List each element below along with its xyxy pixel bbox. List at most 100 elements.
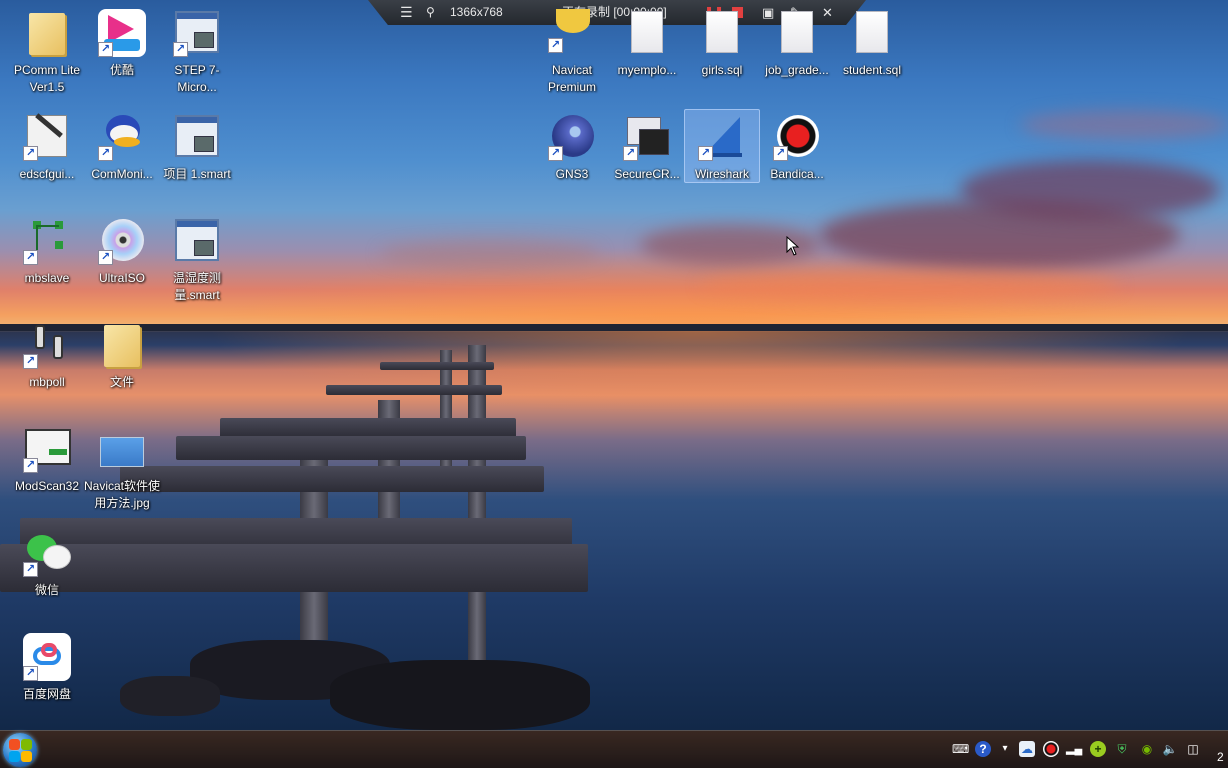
shark-fin-icon: ↗ bbox=[698, 113, 746, 161]
shortcut-arrow-icon: ↗ bbox=[23, 562, 38, 577]
shortcut-arrow-icon: ↗ bbox=[23, 458, 38, 473]
modscan-icon: ↗ bbox=[23, 425, 71, 473]
signal-icon[interactable]: ▂▄ bbox=[1066, 741, 1082, 757]
desktop-icon-edscfgui[interactable]: ↗ edscfgui... bbox=[9, 109, 85, 183]
shortcut-arrow-icon: ↗ bbox=[623, 146, 638, 161]
volume-icon[interactable]: 🔈 bbox=[1162, 741, 1178, 757]
icon-label: 百度网盘 bbox=[22, 687, 71, 701]
help-icon[interactable]: ? bbox=[975, 741, 991, 757]
desktop-icon-youku[interactable]: ↗ 优酷 bbox=[84, 5, 160, 79]
cloud bbox=[960, 160, 1220, 220]
desktop-icon-baidu-netdisk[interactable]: ↗ 百度网盘 bbox=[9, 629, 85, 703]
icon-label: PComm Lite Ver1.5 bbox=[13, 63, 81, 94]
icon-label: myemplo... bbox=[617, 63, 677, 77]
desktop-icon-wireshark[interactable]: ↗ Wireshark bbox=[684, 109, 760, 183]
shortcut-arrow-icon: ↗ bbox=[23, 146, 38, 161]
plug-icon: ↗ bbox=[23, 321, 71, 369]
icon-label: 优酷 bbox=[109, 63, 134, 77]
desktop-icon-student-sql[interactable]: student.sql bbox=[834, 5, 910, 79]
folder-icon bbox=[98, 321, 146, 369]
desktop-icon-commoni[interactable]: ↗ ComMoni... bbox=[84, 109, 160, 183]
icon-label: mbslave bbox=[24, 271, 70, 285]
pier-plank bbox=[120, 466, 544, 492]
shortcut-arrow-icon: ↗ bbox=[773, 146, 788, 161]
shortcut-arrow-icon: ↗ bbox=[548, 38, 563, 53]
menu-icon[interactable]: ☰ bbox=[400, 4, 413, 21]
windows-start-icon[interactable] bbox=[3, 733, 37, 767]
step7-icon bbox=[173, 217, 221, 265]
pier-plank bbox=[0, 544, 588, 592]
icon-label: job_grade... bbox=[765, 63, 829, 77]
network-icon: ↗ bbox=[23, 217, 71, 265]
desktop-icon-job-grade[interactable]: job_grade... bbox=[759, 5, 835, 79]
clock-text[interactable]: 2 bbox=[1217, 750, 1224, 764]
wechat-icon: ↗ bbox=[23, 529, 71, 577]
desktop-icon-wechat[interactable]: ↗ 微信 bbox=[9, 525, 85, 599]
icon-label: GNS3 bbox=[555, 167, 589, 181]
record-icon[interactable] bbox=[1043, 741, 1059, 757]
baidu-cloud-icon: ↗ bbox=[23, 633, 71, 681]
pier-plank bbox=[326, 385, 502, 395]
cloud-sync-icon[interactable]: ☁ bbox=[1019, 741, 1035, 757]
icon-label: ModScan32 bbox=[14, 479, 80, 493]
pier-plank bbox=[176, 436, 526, 460]
shortcut-arrow-icon: ↗ bbox=[98, 146, 113, 161]
chevron-icon[interactable]: ▾ bbox=[997, 741, 1013, 757]
desktop-icon-modscan32[interactable]: ↗ ModScan32 bbox=[9, 421, 85, 495]
icon-label: mbpoll bbox=[29, 375, 65, 389]
icon-label: SecureCR... bbox=[614, 167, 680, 181]
icon-label: 项目 1.smart bbox=[163, 167, 231, 181]
desktop-icon-gns3[interactable]: ↗ GNS3 bbox=[534, 109, 610, 183]
shortcut-arrow-icon: ↗ bbox=[98, 42, 113, 57]
shield-icon[interactable]: ⛨ bbox=[1114, 741, 1130, 757]
document-icon bbox=[848, 9, 896, 57]
document-icon bbox=[698, 9, 746, 57]
shortcut-arrow-icon: ↗ bbox=[698, 146, 713, 161]
navicat-icon: ↗ bbox=[548, 9, 596, 57]
document-icon bbox=[623, 9, 671, 57]
image-icon bbox=[98, 425, 146, 473]
pin-icon[interactable]: ⚲ bbox=[426, 4, 435, 21]
icon-label: UltraISO bbox=[98, 271, 145, 285]
duck-icon: ↗ bbox=[98, 113, 146, 161]
keyboard-icon[interactable]: ⌨ bbox=[952, 741, 969, 757]
shortcut-arrow-icon: ↗ bbox=[548, 146, 563, 161]
icon-label: student.sql bbox=[842, 63, 902, 77]
desktop-icon-pcomm[interactable]: PComm Lite Ver1.5 bbox=[9, 5, 85, 96]
desktop-icon-mbslave[interactable]: ↗ mbslave bbox=[9, 213, 85, 287]
icon-label: ComMoni... bbox=[91, 167, 153, 181]
document-icon bbox=[773, 9, 821, 57]
desktop-icon-step7[interactable]: ↗ STEP 7-Micro... bbox=[159, 5, 235, 96]
desktop-icon-girls-sql[interactable]: girls.sql bbox=[684, 5, 760, 79]
desktop-icon-navicat-premium[interactable]: ↗ Navicat Premium bbox=[534, 5, 610, 96]
icon-label: 文件 bbox=[109, 375, 134, 389]
desktop-icon-mbpoll[interactable]: ↗ mbpoll bbox=[9, 317, 85, 391]
tools-icon: ↗ bbox=[23, 113, 71, 161]
nvidia-icon[interactable]: ◉ bbox=[1139, 741, 1155, 757]
desktop-icon-bandicam[interactable]: ↗ Bandica... bbox=[759, 109, 835, 183]
desktop-icon-ultraiso[interactable]: ↗ UltraISO bbox=[84, 213, 160, 287]
desktop-icon-myemployees[interactable]: myemplo... bbox=[609, 5, 685, 79]
desktop-icon-navicat-jpg[interactable]: Navicat软件使用方法.jpg bbox=[84, 421, 160, 512]
mouse-cursor-icon bbox=[786, 236, 800, 256]
battery-icon[interactable]: ◫ bbox=[1185, 741, 1201, 757]
desktop-icon-temp-humidity-smart[interactable]: 温湿度测量.smart bbox=[159, 213, 235, 304]
record-icon: ↗ bbox=[773, 113, 821, 161]
chameleon-icon: ↗ bbox=[548, 113, 596, 161]
icon-label: 微信 bbox=[34, 583, 59, 597]
icon-label: edscfgui... bbox=[19, 167, 75, 181]
plus-icon[interactable]: + bbox=[1090, 741, 1106, 757]
icon-label: Wireshark bbox=[694, 167, 749, 181]
cloud bbox=[380, 240, 600, 268]
desktop-icon-securecrt[interactable]: ↗ SecureCR... bbox=[609, 109, 685, 183]
rock bbox=[330, 660, 590, 730]
shortcut-arrow-icon: ↗ bbox=[98, 250, 113, 265]
desktop-icon-files-folder[interactable]: 文件 bbox=[84, 317, 160, 391]
desktop-icon-project1-smart[interactable]: 项目 1.smart bbox=[159, 109, 235, 183]
youku-icon: ↗ bbox=[98, 9, 146, 57]
disc-icon: ↗ bbox=[98, 217, 146, 265]
horizon bbox=[0, 324, 1228, 331]
icon-label: STEP 7-Micro... bbox=[174, 63, 220, 94]
step7-icon: ↗ bbox=[173, 9, 221, 57]
pier-plank bbox=[380, 362, 494, 370]
